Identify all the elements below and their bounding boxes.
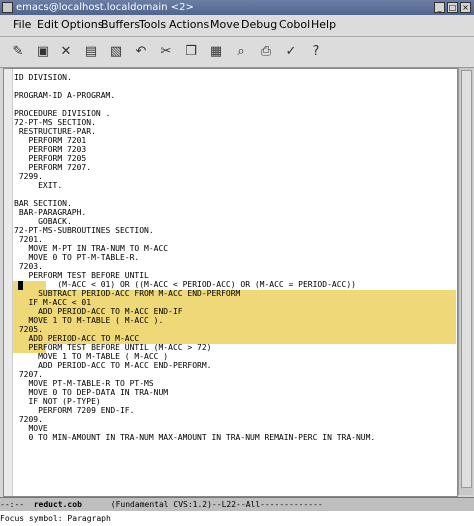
modeline-info: (Fundamental CVS:1.2)--L22--All---------… <box>81 500 323 509</box>
code-line: IF NOT (P-TYPE) <box>14 397 101 406</box>
code-line: PROGRAM-ID A-PROGRAM. <box>14 91 116 100</box>
code-line: ID DIVISION. <box>14 73 72 82</box>
maximize-icon[interactable]: □ <box>447 2 458 13</box>
code-line: EXIT. <box>14 181 63 190</box>
code-line: 0 TO MIN-AMOUNT IN TRA-NUM MAX-AMOUNT IN… <box>14 433 376 442</box>
window-menu-icon[interactable] <box>2 2 13 13</box>
code-line: 7201. <box>14 235 43 244</box>
menu-actions[interactable]: Actions <box>169 18 209 31</box>
code-line: 7209. <box>14 415 43 424</box>
code-line: 7207. <box>14 370 43 379</box>
code-line: PERFORM 7205 <box>14 154 87 163</box>
menu-debug[interactable]: Debug <box>241 18 277 31</box>
code-line: GOBACK. <box>14 217 72 226</box>
code-line: MOVE 0 TO PT-M-TABLE-R. <box>14 253 140 262</box>
code-line: 7203. <box>14 262 43 271</box>
code-line: MOVE M-PT IN TRA-NUM TO M-ACC <box>14 244 169 253</box>
code-line: PERFORM 7201 <box>14 136 87 145</box>
menu-cobol[interactable]: Cobol <box>279 18 310 31</box>
menu-file[interactable]: File <box>13 18 31 31</box>
cut-icon[interactable]: ✂ <box>156 43 176 61</box>
code-line: MOVE <box>14 424 48 433</box>
code-line: IF M-ACC < 01 <box>14 298 92 307</box>
code-line: PERFORM TEST BEFORE UNTIL <box>14 271 149 280</box>
window-title: emacs@localhost.localdomain <2> <box>16 2 194 13</box>
code-line: PROCEDURE DIVISION . <box>14 109 111 118</box>
toolbar: ✎ ▣ ✕ ▤ ▧ ↶ ✂ ❐ ▦ ⌕ ⎙ ✓ ? <box>0 37 474 68</box>
minibuffer[interactable]: Focus symbol: Paragraph <box>0 511 474 526</box>
code-line: ADD PERIOD-ACC TO M-ACC END-IF <box>14 307 183 316</box>
mode-line: --:-- reduct.cob (Fundamental CVS:1.2)--… <box>0 497 474 512</box>
code-line: MOVE 1 TO M-TABLE ( M-ACC ) <box>14 352 169 361</box>
save-as-icon[interactable]: ▧ <box>106 43 126 61</box>
vertical-scrollbar[interactable] <box>458 68 473 495</box>
code-line: MOVE PT-M-TABLE-R TO PT-MS <box>14 379 154 388</box>
left-fringe <box>4 69 13 496</box>
menu-buffers[interactable]: Buffers <box>101 18 140 31</box>
code-line: ADD PERIOD-ACC TO M-ACC <box>14 334 140 343</box>
help-icon[interactable]: ? <box>306 43 326 61</box>
undo-icon[interactable]: ↶ <box>131 43 151 61</box>
code-line: MOVE 0 TO DEP-DATA IN TRA-NUM <box>14 388 169 397</box>
search-icon[interactable]: ⌕ <box>231 43 251 61</box>
open-dir-icon[interactable]: ▣ <box>33 43 53 61</box>
code-line: PERFORM 7209 END-IF. <box>14 406 135 415</box>
customize-icon[interactable]: ✓ <box>281 43 301 61</box>
menu-bar: File Edit Options Buffers Tools Actions … <box>0 15 474 37</box>
emacs-window: emacs@localhost.localdomain <2> _ □ × Fi… <box>0 0 474 526</box>
code-editor[interactable]: ID DIVISION. PROGRAM-ID A-PROGRAM. PROCEDU… <box>3 68 458 497</box>
code-line: PERFORM TEST BEFORE UNTIL (M-ACC > 72) <box>14 343 212 352</box>
code-line: ADD PERIOD-ACC TO M-ACC END-PERFORM. <box>14 361 212 370</box>
close-window-icon[interactable]: × <box>460 2 471 13</box>
code-line: SUBTRACT PERIOD-ACC FROM M-ACC END-PERFO… <box>14 289 241 298</box>
code-line: 7205. <box>14 325 43 334</box>
code-line: MOVE 1 TO M-TABLE ( M-ACC ). <box>14 316 164 325</box>
print-icon[interactable]: ⎙ <box>256 43 276 61</box>
code-line: BAR SECTION. <box>14 199 72 208</box>
buffer-name[interactable]: reduct.cob <box>34 500 82 509</box>
code-line: (M-ACC < 01) OR ((M-ACC < PERIOD-ACC) OR… <box>14 280 356 289</box>
title-bar: emacs@localhost.localdomain <2> _ □ × <box>0 0 474 15</box>
save-icon[interactable]: ▤ <box>81 43 101 61</box>
scrollbar-thumb[interactable] <box>461 70 472 488</box>
paste-icon[interactable]: ▦ <box>206 43 226 61</box>
menu-options[interactable]: Options <box>61 18 103 31</box>
code-line: 7299. <box>14 172 43 181</box>
menu-tools[interactable]: Tools <box>139 18 166 31</box>
code-line: 72-PT-MS-SUBROUTINES SECTION. <box>14 226 154 235</box>
minimize-icon[interactable]: _ <box>434 2 445 13</box>
close-icon[interactable]: ✕ <box>56 43 76 61</box>
menu-move[interactable]: Move <box>210 18 240 31</box>
code-line: BAR-PARAGRAPH. <box>14 208 87 217</box>
menu-help[interactable]: Help <box>311 18 336 31</box>
open-file-icon[interactable]: ✎ <box>8 43 28 61</box>
modeline-prefix: --:-- <box>0 500 34 509</box>
code-line: PERFORM 7203 <box>14 145 87 154</box>
code-line: PERFORM 7207. <box>14 163 92 172</box>
menu-edit[interactable]: Edit <box>37 18 58 31</box>
code-line: RESTRUCTURE-PAR. <box>14 127 96 136</box>
minibuffer-message: Focus symbol: Paragraph <box>0 514 111 523</box>
code-line: 72-PT-MS SECTION. <box>14 118 96 127</box>
copy-icon[interactable]: ❐ <box>181 43 201 61</box>
